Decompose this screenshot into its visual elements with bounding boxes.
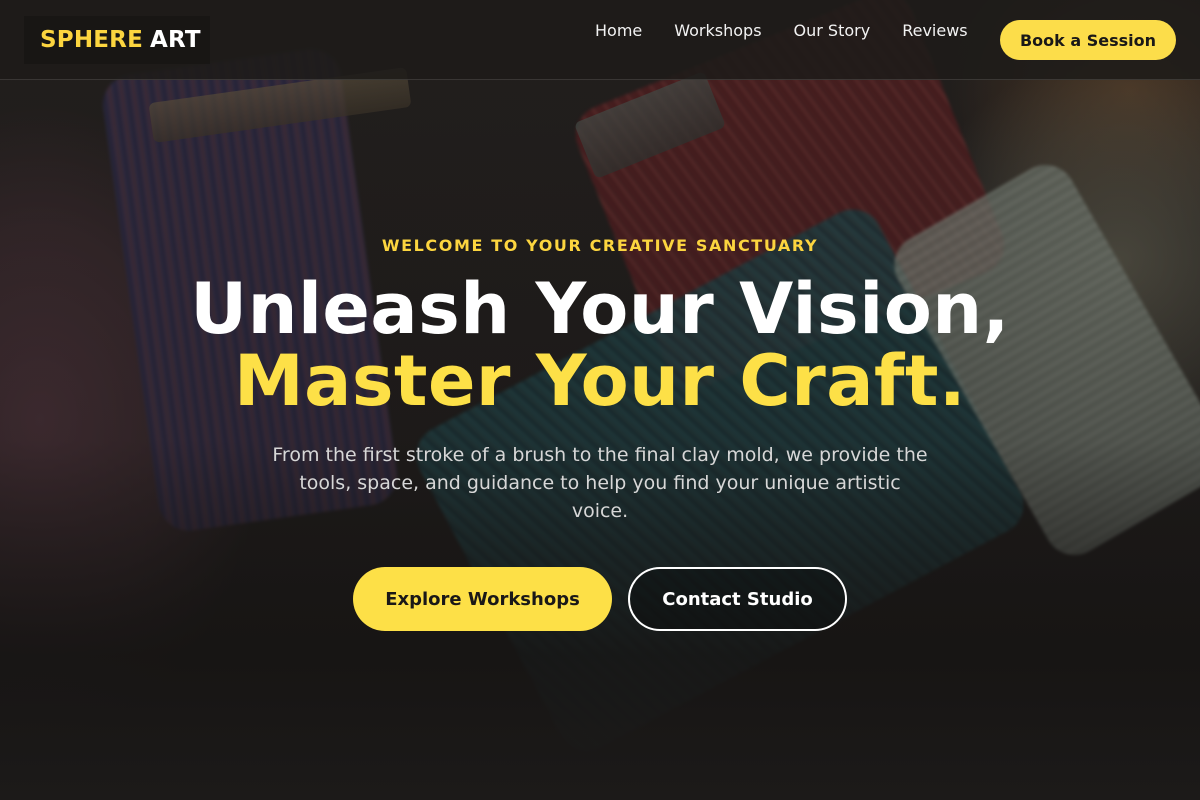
brand-logo[interactable]: SPHERE ART: [24, 16, 210, 64]
nav-link-our-story[interactable]: Our Story: [794, 21, 871, 40]
explore-workshops-button[interactable]: Explore Workshops: [353, 567, 612, 631]
brand-name-part2: ART: [150, 27, 201, 53]
hero-button-group: Explore Workshops Contact Studio: [0, 567, 1200, 631]
nav-link-home[interactable]: Home: [595, 21, 642, 40]
brand-name-part1: SPHERE: [40, 27, 144, 53]
hero-headline-line2: Master Your Craft.: [233, 340, 967, 422]
contact-studio-button[interactable]: Contact Studio: [628, 567, 847, 631]
hero-eyebrow: WELCOME TO YOUR CREATIVE SANCTUARY: [381, 236, 819, 255]
hero-section: WELCOME TO YOUR CREATIVE SANCTUARY Unlea…: [0, 236, 1200, 631]
nav-link-workshops[interactable]: Workshops: [674, 21, 761, 40]
hero-description: From the first stroke of a brush to the …: [272, 444, 928, 522]
main-nav: Home Workshops Our Story Reviews: [595, 21, 968, 40]
hero-headline: Unleash Your Vision, Master Your Craft.: [0, 273, 1200, 417]
site-header: SPHERE ART Home Workshops Our Story Revie…: [0, 0, 1200, 80]
book-session-button[interactable]: Book a Session: [1000, 20, 1176, 60]
hero-headline-line1: Unleash Your Vision,: [190, 268, 1010, 350]
nav-link-reviews[interactable]: Reviews: [902, 21, 967, 40]
